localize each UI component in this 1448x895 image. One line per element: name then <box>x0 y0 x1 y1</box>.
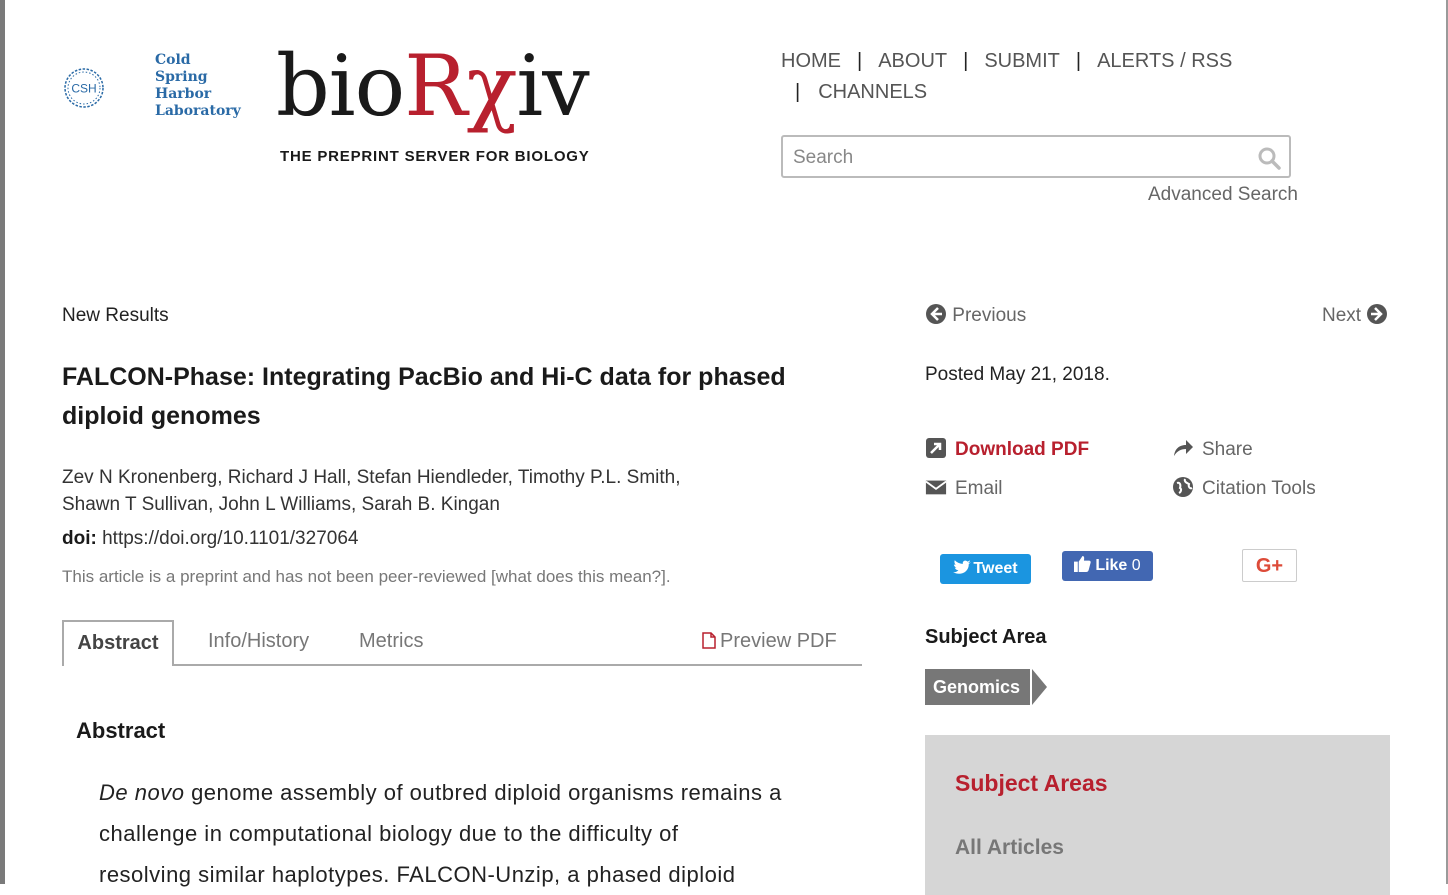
nav-about[interactable]: ABOUT <box>878 50 947 72</box>
facebook-like-button[interactable]: Like 0 <box>1062 551 1153 581</box>
nav-submit[interactable]: SUBMIT <box>984 50 1060 72</box>
doi-label: doi: <box>62 528 97 549</box>
csh-wordmark[interactable]: Cold Spring Harbor Laboratory <box>155 52 241 120</box>
window-left-border <box>0 0 5 884</box>
biorxiv-logo[interactable]: bioRχiv <box>276 37 590 135</box>
abstract-italic: De novo <box>99 780 185 805</box>
nav-separator: | <box>963 50 969 72</box>
abstract-line-3: resolving similar haplotypes. FALCON-Unz… <box>99 862 736 887</box>
share-label: Share <box>1202 439 1253 460</box>
share-link[interactable]: Share <box>1172 437 1253 461</box>
search-input[interactable] <box>791 143 1255 173</box>
subject-tag-genomics[interactable]: Genomics <box>925 669 1031 705</box>
thumbs-up-icon <box>1074 555 1092 572</box>
abstract-line-2: challenge in computational biology due t… <box>99 821 679 846</box>
nav-separator: | <box>1075 50 1082 72</box>
csh-line-1: Cold <box>155 52 191 68</box>
like-count: 0 <box>1131 557 1141 574</box>
next-link[interactable]: Next <box>1322 303 1388 327</box>
search-box <box>781 135 1291 178</box>
subject-tag-arrow <box>1032 669 1047 705</box>
csh-line-2: Spring <box>155 69 208 85</box>
tweet-label: Tweet <box>973 560 1018 577</box>
csh-badge-text: CSH <box>71 82 96 96</box>
authors-line-1: Zev N Kronenberg, Richard J Hall, Stefan… <box>62 467 681 488</box>
csh-logo-icon[interactable]: CSH <box>62 44 152 134</box>
subject-areas-panel: Subject Areas All Articles <box>925 735 1390 895</box>
abstract-text: De novo genome assembly of outbred diplo… <box>99 772 829 895</box>
tab-preview-pdf[interactable]: Preview PDF <box>702 620 837 664</box>
csh-line-3: Harbor <box>155 86 212 102</box>
article-title: FALCON-Phase: Integrating PacBio and Hi-… <box>62 363 786 430</box>
email-link[interactable]: Email <box>925 476 1003 500</box>
google-plus-button[interactable]: G+ <box>1242 549 1297 582</box>
share-arrow-icon <box>1174 440 1193 456</box>
brand-rx: Rχ <box>404 37 517 135</box>
author-list: Zev N Kronenberg, Richard J Hall, Stefan… <box>62 464 762 518</box>
article-tabs: Abstract Info/History Metrics Preview PD… <box>62 620 862 666</box>
preprint-notice[interactable]: This article is a preprint and has not b… <box>62 567 671 587</box>
abstract-line-1: genome assembly of outbred diploid organ… <box>184 780 782 805</box>
next-label: Next <box>1322 305 1362 326</box>
posted-date: Posted May 21, 2018. <box>925 364 1110 385</box>
abstract-heading: Abstract <box>76 718 166 743</box>
all-articles-link[interactable]: All Articles <box>955 836 1064 860</box>
citation-tools-link[interactable]: Citation Tools <box>1172 476 1316 500</box>
nav-separator: | <box>795 81 801 103</box>
arrow-left-circle-icon <box>926 304 946 324</box>
previous-label: Previous <box>952 305 1027 326</box>
subject-area-heading: Subject Area <box>925 626 1047 648</box>
download-pdf-link[interactable]: Download PDF <box>925 437 1089 461</box>
arrow-right-circle-icon <box>1367 304 1388 324</box>
nav-channels[interactable]: CHANNELS <box>818 81 927 103</box>
envelope-icon <box>925 480 947 495</box>
globe-icon <box>1173 477 1193 497</box>
brand-prefix: bio <box>276 37 405 135</box>
tweet-button[interactable]: Tweet <box>940 554 1031 584</box>
nav-alerts-rss[interactable]: ALERTS / RSS <box>1097 50 1232 72</box>
brand-suffix: iv <box>516 37 589 135</box>
previous-link[interactable]: Previous <box>925 303 1026 327</box>
download-pdf-label: Download PDF <box>955 439 1090 460</box>
top-nav: HOME | ABOUT | SUBMIT | ALERTS / RSS | CHANNELS <box>781 46 1232 108</box>
csh-line-4: Laboratory <box>155 103 241 119</box>
nav-home[interactable]: HOME <box>781 50 841 72</box>
doi-line: doi: https://doi.org/10.1101/327064 <box>62 528 358 550</box>
tab-info-history[interactable]: Info/History <box>208 620 309 664</box>
article-type: New Results <box>62 305 169 326</box>
tab-abstract[interactable]: Abstract <box>62 620 174 666</box>
doi-link[interactable]: https://doi.org/10.1101/327064 <box>102 528 358 549</box>
brand-tagline: THE PREPRINT SERVER FOR BIOLOGY <box>280 148 590 165</box>
advanced-search-link[interactable]: Advanced Search <box>1148 184 1298 206</box>
nav-separator: | <box>857 50 863 72</box>
authors-line-2: Shawn T Sullivan, John L Williams, Sarah… <box>62 494 500 515</box>
email-label: Email <box>955 478 1003 499</box>
citation-tools-label: Citation Tools <box>1202 478 1316 499</box>
subject-areas-title: Subject Areas <box>955 770 1108 796</box>
file-icon <box>702 632 716 649</box>
like-label: Like <box>1095 557 1128 574</box>
search-icon[interactable] <box>1257 146 1281 170</box>
tab-metrics[interactable]: Metrics <box>359 620 423 664</box>
preview-pdf-label: Preview PDF <box>720 630 837 652</box>
twitter-bird-icon <box>953 560 972 574</box>
external-link-icon <box>926 438 946 458</box>
